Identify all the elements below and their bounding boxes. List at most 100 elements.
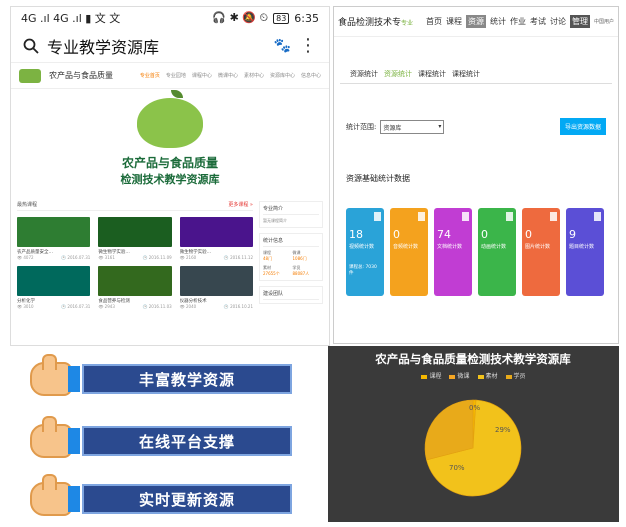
- baidu-paw-icon[interactable]: 🐾: [274, 38, 291, 54]
- nav-item[interactable]: 专业园地: [166, 72, 186, 79]
- thumbs-up-icon: [30, 474, 72, 516]
- stat-tile[interactable]: 9 题目统计数: [566, 208, 604, 296]
- course-meta: 👁 2943 🕑 2016.11.03: [98, 304, 171, 309]
- tab-item-active[interactable]: 资源统计: [384, 69, 412, 79]
- course-date: 🕑 2016.07.31: [61, 255, 91, 260]
- chevron-down-icon: ▾: [438, 122, 442, 130]
- search-bar[interactable]: 专业教学资源库 🐾 ⋮: [11, 29, 329, 63]
- hero-subtitle: 检测技术教学资源库: [120, 172, 220, 186]
- stat-item: 课程 48门: [263, 250, 273, 261]
- site-header: 农产品与食品质量 专业首页 专业园地 课程中心 微课中心 素材中心 资源库中心 …: [11, 63, 329, 89]
- course-meta: 👁 3161 🕑 2016.11.09: [98, 255, 171, 260]
- course-card[interactable]: 仪器分析技术 👁 2040 🕑 2016.10.21: [179, 266, 253, 309]
- file-icon: [462, 212, 469, 221]
- signal-icons: 4G .ıl 4G .ıl ▮ 文 文: [21, 12, 121, 25]
- nav-item[interactable]: 微课中心: [218, 72, 238, 79]
- nav-item[interactable]: 信息中心: [301, 72, 321, 79]
- more-menu-icon[interactable]: ⋮: [299, 35, 317, 56]
- nav-item-active[interactable]: 资源: [465, 15, 486, 28]
- file-icon: [550, 212, 557, 221]
- nav-item[interactable]: 课程中心: [192, 72, 212, 79]
- course-card[interactable]: 农产品质量安全… 👁 4072 🕑 2016.07.31: [17, 217, 91, 260]
- view-count: 👁 3161: [98, 255, 115, 260]
- dashboard-header: 食品检测技术专专业 首页 课程 资源 统计 作业 考试 讨论 管理 中国用户: [334, 7, 618, 37]
- banner-text: 实时更新资源: [82, 484, 292, 514]
- manage-button[interactable]: 管理: [569, 15, 590, 28]
- banner-text: 在线平台支撑: [82, 426, 292, 456]
- legend-item: 课程: [421, 371, 441, 380]
- tile-number: 0: [525, 228, 532, 241]
- tile-label: 题目统计数: [569, 244, 595, 250]
- tile-number: 0: [481, 228, 488, 241]
- status-icons: 🎧 ✱ 🔕 ⏲: [212, 11, 269, 24]
- clock: 6:35: [294, 11, 319, 25]
- stat-item: 微课 1086门: [292, 250, 307, 261]
- more-courses-link[interactable]: 更多课程 »: [228, 201, 253, 208]
- hero-banner: 农产品与食品质量 检测技术教学资源库: [11, 89, 329, 195]
- pie-chart-panel: 农产品与食品质量检测技术教学资源库 课程 微课 素材 学员 0% 29% 70%: [328, 346, 619, 522]
- view-count: 👁 2943: [98, 304, 115, 309]
- range-bar: 统计范围: 资源库 ▾ 导出资源数据: [334, 118, 618, 135]
- nav-item[interactable]: 资源库中心: [270, 72, 295, 79]
- nav-item[interactable]: 考试: [530, 16, 546, 27]
- tab-item[interactable]: 课程统计: [418, 69, 446, 79]
- nav-item[interactable]: 素材中心: [244, 72, 264, 79]
- nav-item[interactable]: 课程: [446, 16, 462, 27]
- search-query[interactable]: 专业教学资源库: [47, 34, 266, 58]
- nav-item[interactable]: 讨论: [550, 16, 566, 27]
- dashboard-nav: 首页 课程 资源 统计 作业 考试 讨论 管理 中国用户: [426, 15, 614, 28]
- tile-label: 文档统计数: [437, 244, 463, 250]
- pie-chart: 0% 29% 70%: [424, 399, 522, 497]
- file-icon: [506, 212, 513, 221]
- file-icon: [374, 212, 381, 221]
- stat-tile[interactable]: 0 动画统计数: [478, 208, 516, 296]
- tile-number: 0: [393, 228, 400, 241]
- course-meta: 👁 2160 🕑 2016.11.12: [180, 255, 253, 260]
- nav-item[interactable]: 统计: [490, 16, 506, 27]
- stat-tile[interactable]: 0 图片统计数: [522, 208, 560, 296]
- tab-item[interactable]: 资源统计: [350, 69, 378, 79]
- apple-logo-icon: [137, 89, 203, 148]
- data-label: 29%: [495, 426, 511, 434]
- stat-tile[interactable]: 18 视频统计数 课程总: 7030件: [346, 208, 384, 296]
- thumbs-up-icon: [30, 416, 72, 458]
- course-thumbnail[interactable]: [98, 266, 172, 296]
- view-count: 👁 3010: [17, 304, 34, 309]
- tile-number: 74: [437, 228, 451, 241]
- sidebar: 专业简介 暂无课程简介 统计信息 课程 48门 微课 1086门 素材 27655个 …: [259, 201, 323, 309]
- search-icon[interactable]: [23, 38, 39, 54]
- course-card[interactable]: 分析化学 👁 3010 🕑 2016.07.31: [17, 266, 91, 309]
- tile-label: 视频统计数: [349, 244, 375, 250]
- course-card[interactable]: 微生物学实验… 👁 3161 🕑 2016.11.09: [98, 217, 172, 260]
- range-select[interactable]: 资源库 ▾: [380, 119, 445, 134]
- course-thumbnail[interactable]: [179, 266, 253, 296]
- course-thumbnail[interactable]: [179, 217, 253, 247]
- stat-tile[interactable]: 74 文档统计数: [434, 208, 472, 296]
- tile-sub: 课程总: 7030件: [349, 265, 377, 276]
- phone-screenshot: 4G .ıl 4G .ıl ▮ 文 文 🎧 ✱ 🔕 ⏲ 83 6:35 专业教学…: [10, 6, 330, 346]
- team-title: 建设团队: [263, 290, 319, 300]
- course-card[interactable]: 微生物学实验… 👁 2160 🕑 2016.11.12: [179, 217, 253, 260]
- course-card[interactable]: 食品营养与检测 👁 2943 🕑 2016.11.03: [98, 266, 172, 309]
- course-meta: 👁 3010 🕑 2016.07.31: [17, 304, 90, 309]
- course-thumbnail[interactable]: [17, 266, 91, 296]
- view-count: 👁 4072: [17, 255, 34, 260]
- chart-title: 农产品与食品质量检测技术教学资源库: [375, 352, 571, 366]
- feature-banners: 丰富教学资源 在线平台支撑 实时更新资源: [10, 348, 320, 524]
- user-menu[interactable]: 中国用户: [594, 18, 614, 25]
- file-icon: [594, 212, 601, 221]
- tab-item[interactable]: 课程统计: [452, 69, 480, 79]
- hot-courses: 最热课程 更多课程 » 农产品质量安全… 👁 4072 🕑 2016.07.31 微生…: [17, 201, 253, 309]
- nav-item[interactable]: 首页: [426, 16, 442, 27]
- site-logo-icon: [19, 68, 41, 83]
- nav-item[interactable]: 作业: [510, 16, 526, 27]
- course-thumbnail[interactable]: [17, 217, 91, 247]
- course-thumbnail[interactable]: [98, 217, 172, 247]
- export-button[interactable]: 导出资源数据: [559, 118, 606, 135]
- site-nav: 专业首页 专业园地 课程中心 微课中心 素材中心 资源库中心 信息中心: [140, 72, 321, 79]
- course-date: 🕑 2016.10.21: [223, 304, 253, 309]
- stat-tile[interactable]: 0 音频统计数: [390, 208, 428, 296]
- nav-item[interactable]: 专业首页: [140, 72, 160, 79]
- legend-item: 素材: [477, 371, 498, 380]
- data-title: 资源基础统计数据: [346, 174, 410, 183]
